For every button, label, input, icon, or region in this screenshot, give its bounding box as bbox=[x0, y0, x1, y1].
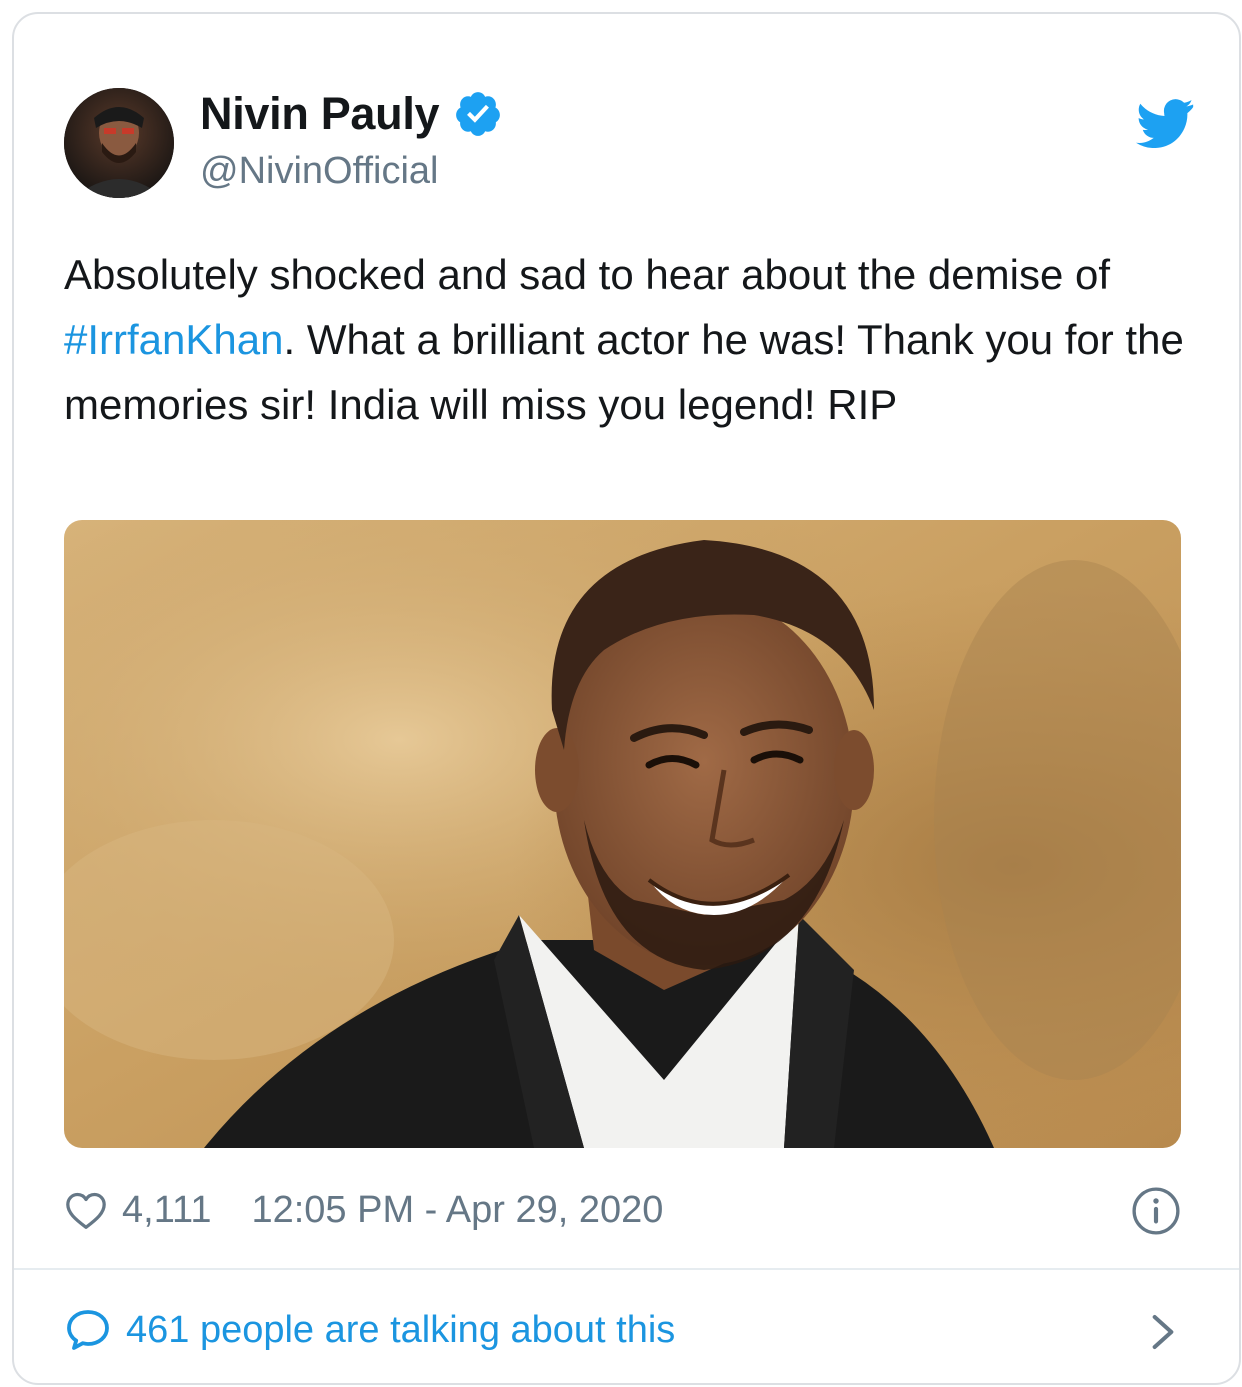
tweet-photo[interactable] bbox=[64, 520, 1181, 1148]
tweet-meta: 4,111 12:05 PM - Apr 29, 2020 bbox=[64, 1182, 1181, 1238]
divider bbox=[14, 1268, 1239, 1270]
tweet-timestamp[interactable]: 12:05 PM - Apr 29, 2020 bbox=[251, 1189, 663, 1232]
tweet-text: Absolutely shocked and sad to hear about… bbox=[64, 242, 1204, 437]
user-handle[interactable]: @NivinOfficial bbox=[200, 150, 438, 193]
tweet-card[interactable]: Nivin Pauly @NivinOfficial Absolutely sh… bbox=[12, 12, 1241, 1385]
verified-badge-icon bbox=[456, 92, 501, 136]
conversation-link[interactable]: 461 people are talking about this bbox=[64, 1300, 1181, 1360]
avatar[interactable] bbox=[64, 88, 174, 198]
tweet-text-part: Absolutely shocked and sad to hear about… bbox=[64, 251, 1111, 298]
like-count[interactable]: 4,111 bbox=[122, 1189, 211, 1232]
heart-icon[interactable] bbox=[64, 1190, 108, 1230]
display-name[interactable]: Nivin Pauly bbox=[200, 88, 440, 140]
chevron-right-icon[interactable] bbox=[1145, 1312, 1181, 1352]
twitter-bird-icon[interactable] bbox=[1136, 98, 1194, 148]
name-row: Nivin Pauly bbox=[200, 88, 503, 140]
talking-count-text[interactable]: 461 people are talking about this bbox=[126, 1309, 675, 1352]
info-icon[interactable] bbox=[1131, 1186, 1181, 1236]
tweet-header: Nivin Pauly @NivinOfficial bbox=[64, 84, 1194, 204]
hashtag-link[interactable]: #IrrfanKhan bbox=[64, 316, 283, 363]
speech-bubble-icon bbox=[67, 1310, 109, 1350]
